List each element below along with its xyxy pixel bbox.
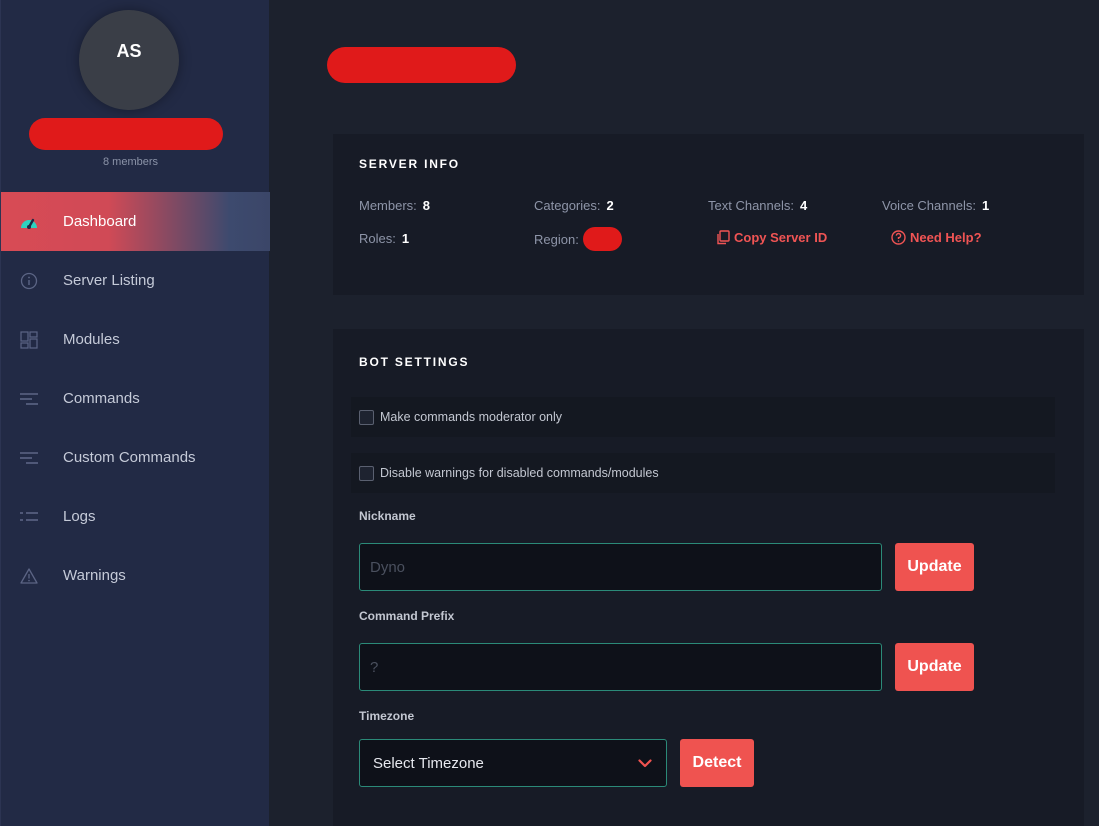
copy-server-id-link[interactable]: Copy Server ID <box>716 230 827 245</box>
nickname-label: Nickname <box>359 509 416 523</box>
help-circle-icon <box>891 230 906 245</box>
warning-triangle-icon <box>19 566 39 586</box>
region-value-redaction <box>582 227 622 251</box>
sidebar-item-label: Custom Commands <box>63 449 196 466</box>
sidebar-item-modules[interactable]: Modules <box>1 310 270 369</box>
members-label: Members: <box>359 198 417 213</box>
bot-settings-title: BOT SETTINGS <box>359 355 470 369</box>
server-info-card: SERVER INFO Members: 8 Categories: 2 Tex… <box>333 134 1084 295</box>
disable-warnings-checkbox[interactable] <box>359 465 374 481</box>
region-stat: Region: <box>534 227 622 251</box>
timezone-selected-value: Select Timezone <box>373 754 484 772</box>
sidebar-item-label: Logs <box>63 508 96 525</box>
sidebar-item-label: Dashboard <box>63 213 137 230</box>
sidebar-item-label: Modules <box>63 331 120 348</box>
bot-settings-card: BOT SETTINGS Make commands moderator onl… <box>333 329 1084 826</box>
logs-list-icon <box>19 507 39 527</box>
moderator-only-row: Make commands moderator only <box>351 397 1055 437</box>
moderator-only-label: Make commands moderator only <box>380 410 563 424</box>
server-name-redaction <box>29 118 223 150</box>
prefix-update-button[interactable]: Update <box>895 643 974 691</box>
modules-grid-icon <box>19 330 39 350</box>
disable-warnings-label: Disable warnings for disabled commands/m… <box>380 466 659 480</box>
voice-channels-stat: Voice Channels: 1 <box>882 198 989 213</box>
voice-channels-label: Voice Channels: <box>882 198 976 213</box>
chevron-down-icon <box>638 758 652 767</box>
need-help-label: Need Help? <box>910 230 982 245</box>
dashboard-gauge-icon <box>19 212 39 232</box>
roles-label: Roles: <box>359 231 396 246</box>
sidebar-item-label: Warnings <box>63 567 126 584</box>
info-circle-icon <box>19 271 39 291</box>
sidebar-nav: Dashboard Server Listing Modules Command… <box>1 192 270 605</box>
text-channels-stat: Text Channels: 4 <box>708 198 807 213</box>
sidebar-item-label: Server Listing <box>63 272 155 289</box>
sidebar: AS 8 members Dashboard Server Listing Mo… <box>0 0 270 826</box>
nickname-input[interactable] <box>359 543 882 591</box>
sidebar-item-dashboard[interactable]: Dashboard <box>1 192 270 251</box>
sidebar-item-server-listing[interactable]: Server Listing <box>1 251 270 310</box>
command-prefix-input[interactable] <box>359 643 882 691</box>
moderator-only-checkbox[interactable] <box>359 409 374 425</box>
text-channels-value: 4 <box>800 198 808 213</box>
categories-value: 2 <box>606 198 614 213</box>
timezone-select[interactable]: Select Timezone <box>359 739 667 787</box>
voice-channels-value: 1 <box>981 198 990 213</box>
avatar-initials: AS <box>116 41 142 61</box>
roles-stat: Roles: 1 <box>359 231 409 246</box>
categories-stat: Categories: 2 <box>534 198 614 213</box>
sidebar-item-warnings[interactable]: Warnings <box>1 546 270 605</box>
server-info-title: SERVER INFO <box>359 157 460 171</box>
sidebar-item-logs[interactable]: Logs <box>1 487 270 546</box>
need-help-link[interactable]: Need Help? <box>891 230 982 245</box>
timezone-label: Timezone <box>359 709 415 723</box>
server-avatar[interactable]: AS <box>79 10 179 110</box>
roles-value: 1 <box>401 231 410 246</box>
command-prefix-label: Command Prefix <box>359 609 455 623</box>
categories-label: Categories: <box>534 198 601 213</box>
disable-warnings-row: Disable warnings for disabled commands/m… <box>351 453 1055 493</box>
sidebar-item-commands[interactable]: Commands <box>1 369 270 428</box>
sidebar-item-custom-commands[interactable]: Custom Commands <box>1 428 270 487</box>
copy-icon <box>717 230 730 245</box>
copy-server-id-label: Copy Server ID <box>734 230 828 245</box>
nickname-update-button[interactable]: Update <box>895 543 974 591</box>
members-stat: Members: 8 <box>359 198 430 213</box>
page-title-redaction <box>327 47 516 83</box>
members-value: 8 <box>422 198 431 213</box>
custom-commands-lines-icon <box>19 448 39 468</box>
text-channels-label: Text Channels: <box>708 198 794 213</box>
sidebar-item-label: Commands <box>63 390 140 407</box>
commands-lines-icon <box>19 389 39 409</box>
detect-timezone-button[interactable]: Detect <box>680 739 754 787</box>
members-count: 8 members <box>102 156 159 168</box>
region-label: Region: <box>534 231 579 247</box>
